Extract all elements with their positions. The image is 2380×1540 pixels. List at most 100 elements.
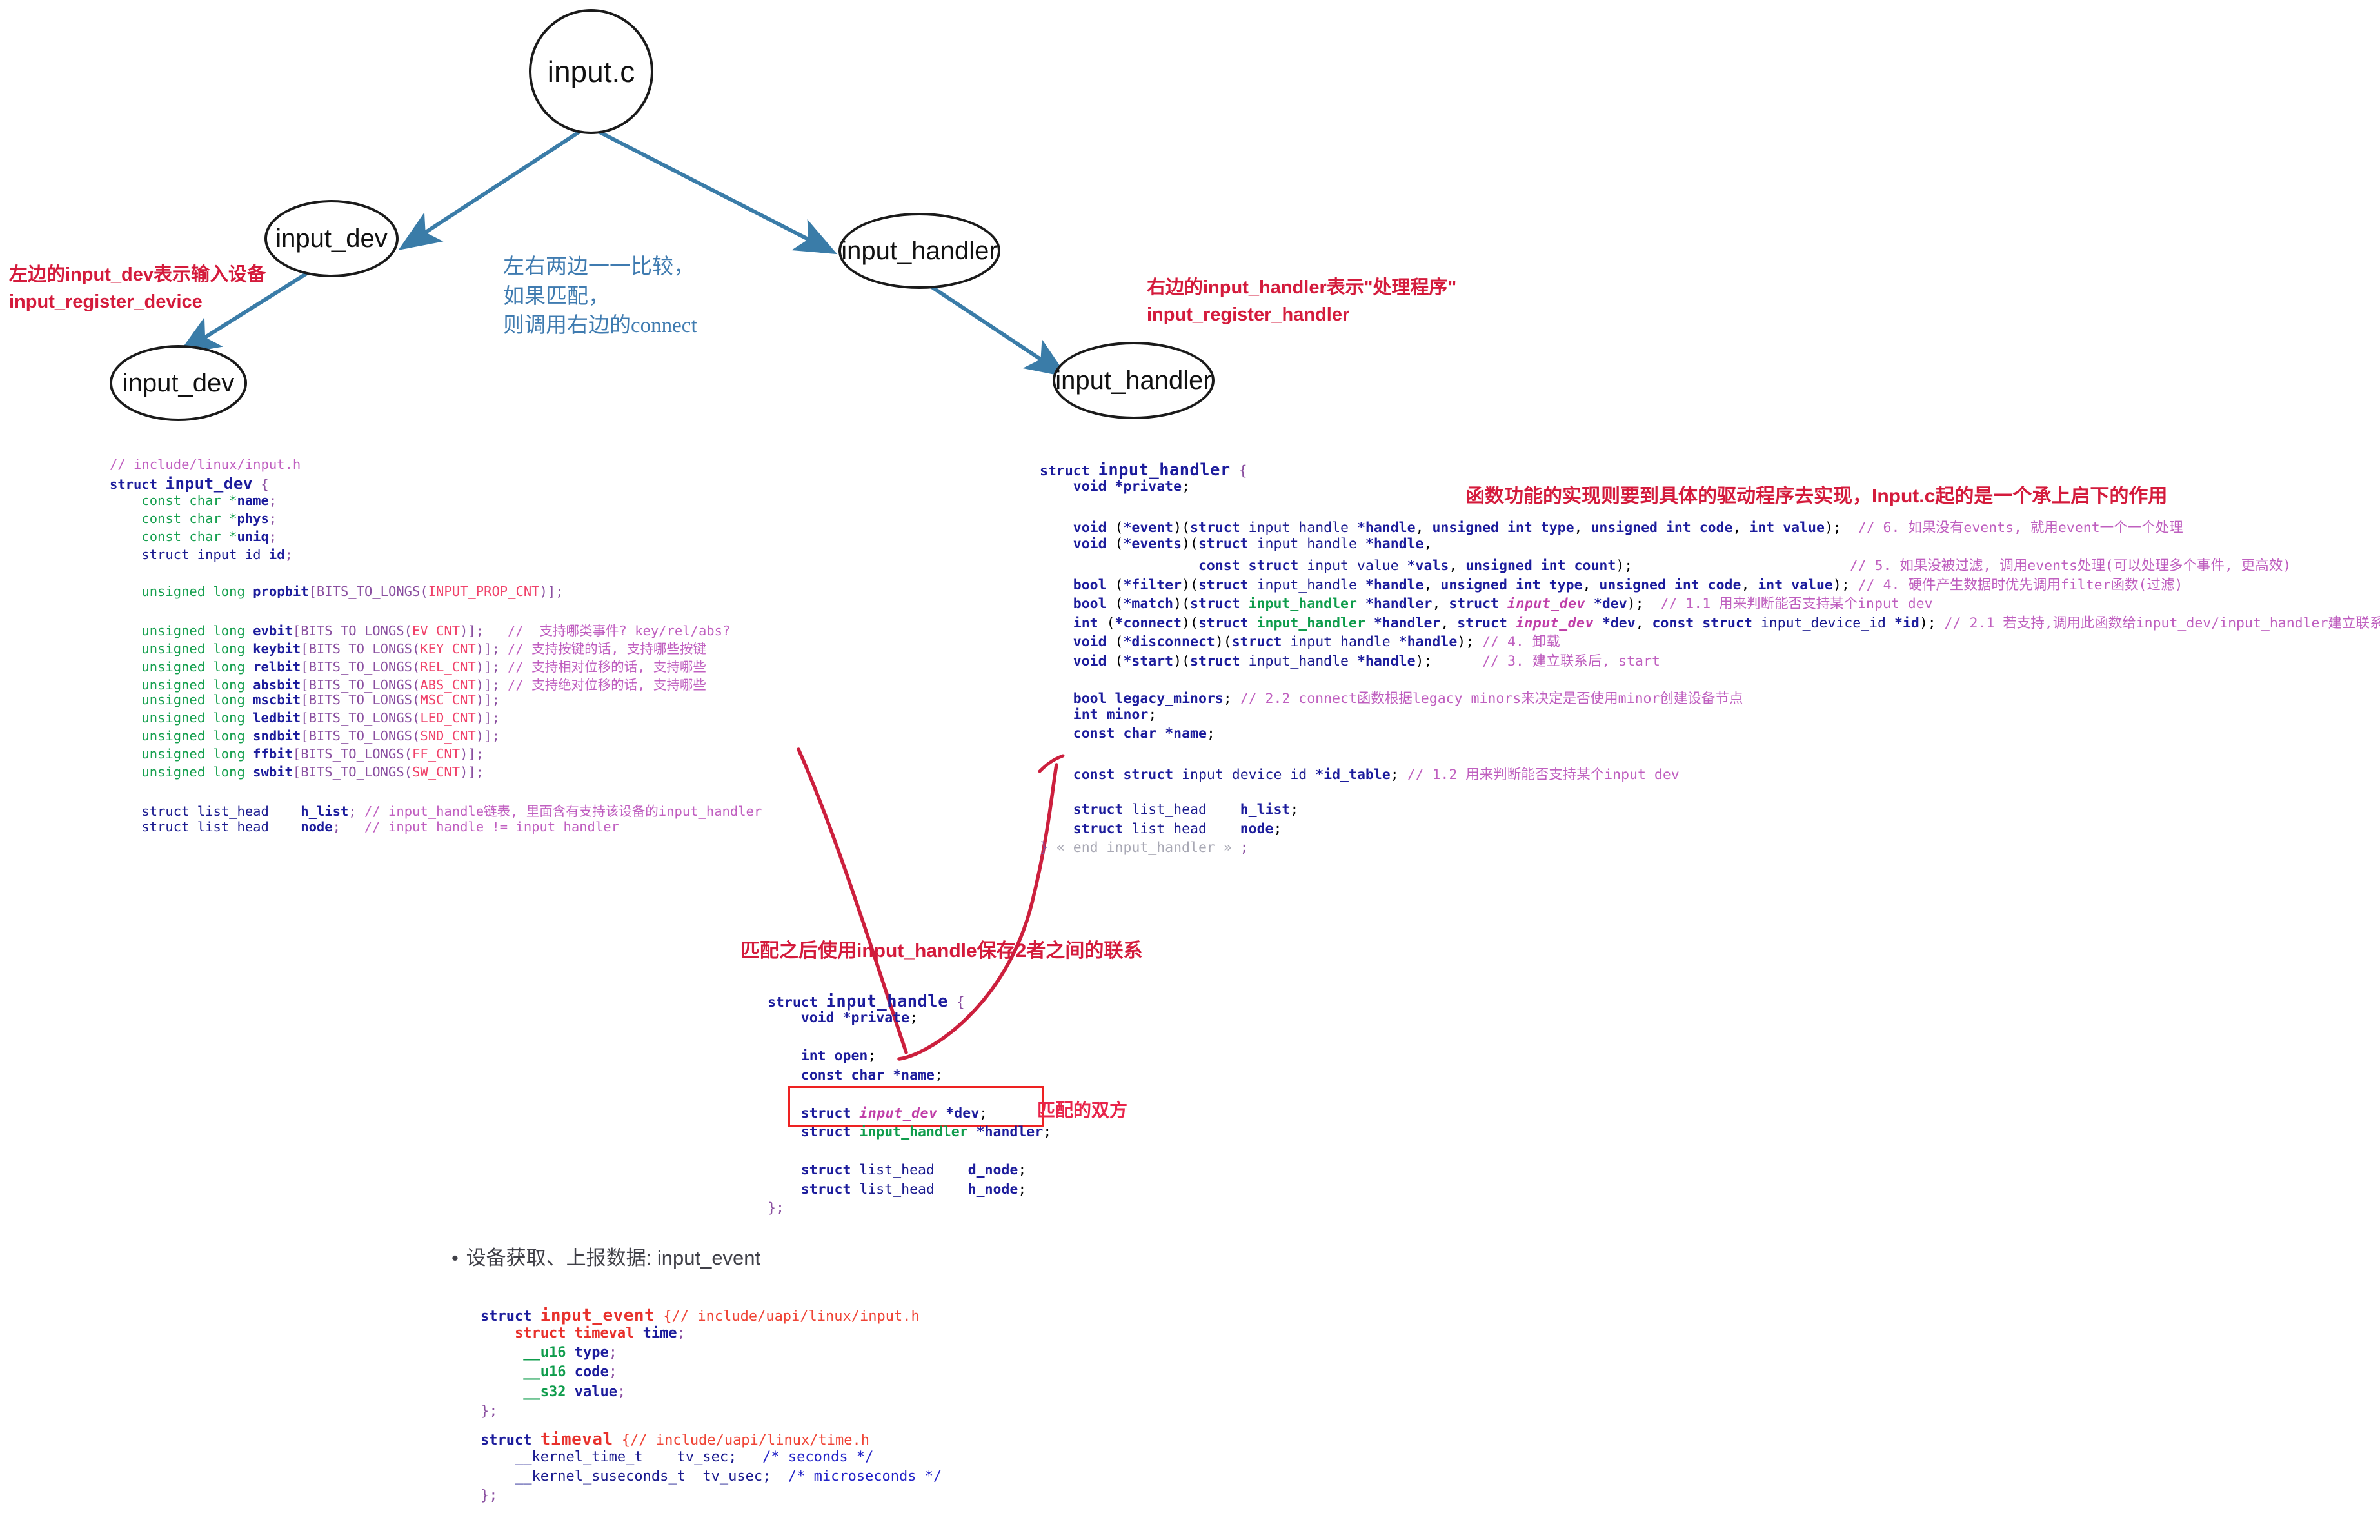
code-field-name: id bbox=[268, 547, 285, 563]
code-brace-close: }; bbox=[481, 1488, 498, 1505]
code-line: int minor; bbox=[1073, 706, 1157, 723]
code-struct-name: input_handler bbox=[1098, 460, 1231, 479]
annotation-pair-red-note: 匹配的双方 bbox=[1037, 1100, 1128, 1120]
code-semicolon: ; bbox=[268, 493, 277, 509]
code-brace-open: { bbox=[621, 1432, 631, 1448]
code-line: bool (*filter)(struct input_handle *hand… bbox=[1073, 577, 2183, 593]
code-field-type: struct list_head bbox=[141, 818, 269, 834]
code-line: const char *name; bbox=[800, 1067, 943, 1083]
code-line: bool legacy_minors; // 2.2 connect函数根据le… bbox=[1073, 691, 1743, 707]
code-keyword-struct: struct bbox=[110, 477, 158, 493]
code-field-type: const char bbox=[141, 511, 221, 527]
code-field-name: tv_usec; bbox=[702, 1468, 771, 1485]
code-field-name: sndbit bbox=[253, 728, 301, 744]
code-brace-open: { bbox=[663, 1308, 672, 1325]
code-field-name: evbit bbox=[253, 622, 293, 638]
code-path-comment: // include/uapi/linux/input.h bbox=[671, 1308, 920, 1325]
code-macro-arg: ABS_CNT bbox=[420, 676, 476, 693]
code-field-type: __kernel_suseconds_t bbox=[514, 1468, 686, 1485]
code-path-comment: // include/uapi/linux/time.h bbox=[630, 1432, 869, 1448]
code-macro-arg: REL_CNT bbox=[420, 658, 476, 675]
code-field-name: name bbox=[237, 493, 269, 509]
annotation-right-red-line2: input_register_handler bbox=[1147, 304, 1350, 326]
code-field-qual: unsigned long bbox=[141, 658, 245, 675]
code-field-star: * bbox=[229, 493, 237, 509]
annotation-right-red-line1: 右边的input_handler表示"处理程序" bbox=[1147, 277, 1457, 298]
code-field-name: ledbit bbox=[253, 710, 301, 726]
code-field-name: mscbit bbox=[253, 692, 301, 708]
code-line: struct list_head d_node; bbox=[800, 1162, 1027, 1179]
code-field-type: struct input_id bbox=[141, 547, 261, 563]
code-field-name: uniq bbox=[237, 529, 269, 545]
code-field-name: absbit bbox=[253, 676, 301, 693]
node-input-c[interactable]: input.c bbox=[529, 9, 653, 134]
code-inline-comment: /* microseconds */ bbox=[788, 1468, 942, 1485]
annotation-left-red-line1: 左边的input_dev表示输入设备 bbox=[9, 264, 266, 285]
code-line: } « end input_handler » ; bbox=[1040, 840, 1249, 856]
code-field-name: keybit bbox=[253, 640, 301, 656]
code-struct-name: timeval bbox=[540, 1430, 613, 1449]
code-inline-comment: /* seconds */ bbox=[762, 1449, 874, 1466]
code-line: struct list_head h_node; bbox=[800, 1181, 1027, 1198]
code-field-qual: unsigned long bbox=[141, 710, 245, 726]
annotation-middle-red-note: 匹配之后使用input_handle保存2者之间的联系 bbox=[740, 940, 1143, 962]
node-input-handler-bottom[interactable]: input_handler bbox=[1053, 342, 1215, 419]
code-line: int (*connect)(struct input_handler *han… bbox=[1073, 615, 2380, 631]
code-line: const struct input_value *vals, unsigned… bbox=[1198, 558, 2292, 575]
annotation-left-red: 左边的input_dev表示输入设备 input_register_device bbox=[9, 261, 266, 315]
code-macro-arg: SW_CNT bbox=[412, 764, 461, 780]
annotation-right-red: 右边的input_handler表示"处理程序" input_register_… bbox=[1147, 274, 1456, 328]
code-line: void (*disconnect)(struct input_handle *… bbox=[1073, 634, 1560, 651]
annotation-center-blue-line3: 则调用右边的connect bbox=[503, 314, 697, 338]
node-label: input_dev bbox=[275, 224, 388, 253]
annotation-top-red-note: 函数功能的实现则要到具体的驱动程序去实现，Input.c起的是一个承上启下的作用 bbox=[1465, 486, 2168, 507]
code-field-type: __kernel_time_t bbox=[514, 1449, 643, 1466]
code-struct-name: input_event bbox=[540, 1306, 655, 1325]
code-keyword-struct: struct bbox=[1040, 463, 1090, 479]
code-semicolon: ; bbox=[608, 1345, 617, 1361]
annotation-left-red-line2: input_register_device bbox=[9, 291, 203, 313]
annotation-center-blue-line1: 左右两边一一比较， bbox=[503, 255, 695, 279]
code-block-input-handler: struct input_handler { void *private; vo… bbox=[1040, 444, 2380, 891]
code-macro-arg: INPUT_PROP_CNT bbox=[428, 583, 540, 599]
node-input-dev-top[interactable]: input_dev bbox=[264, 200, 399, 277]
code-field-star: * bbox=[229, 529, 237, 545]
bullet-dot-icon: • bbox=[451, 1247, 459, 1269]
code-field-name: swbit bbox=[253, 764, 293, 780]
code-brace-open: { bbox=[1238, 463, 1247, 479]
code-macro-arg: MSC_CNT bbox=[420, 692, 476, 708]
arrow-inputc-to-inputdev bbox=[398, 127, 585, 250]
code-field-name: code bbox=[574, 1364, 609, 1381]
code-line: int open; bbox=[800, 1048, 877, 1065]
code-line: bool (*match)(struct input_handler *hand… bbox=[1073, 596, 1933, 613]
code-macro-arg: FF_CNT bbox=[412, 746, 461, 762]
code-keyword-struct: struct bbox=[768, 994, 818, 1011]
arrow-inputc-to-inputhandler bbox=[592, 127, 838, 255]
code-field-star: * bbox=[229, 511, 237, 527]
code-inline-comment: // input_handle != input_handler bbox=[364, 818, 619, 834]
code-macro-arg: KEY_CNT bbox=[420, 640, 476, 656]
node-input-dev-bottom[interactable]: input_dev bbox=[110, 345, 247, 421]
code-semicolon: ; bbox=[284, 547, 293, 563]
code-macro-arg: SND_CNT bbox=[420, 728, 476, 744]
code-block-input-handle: struct input_handle { void *private; int… bbox=[768, 975, 1051, 1251]
code-field-name: relbit bbox=[253, 658, 301, 675]
code-inline-comment: // input_handle链表, 里面含有支持该设备的input_handl… bbox=[364, 804, 762, 820]
code-macro-open: [BITS_TO_LONGS( bbox=[308, 583, 428, 599]
code-field-name: propbit bbox=[253, 583, 309, 599]
code-semicolon: ; bbox=[268, 511, 277, 527]
node-input-handler-top[interactable]: input_handler bbox=[838, 213, 1000, 289]
code-field-qual: unsigned long bbox=[141, 676, 245, 693]
code-field-qual: unsigned long bbox=[141, 764, 245, 780]
code-field-qual: unsigned long bbox=[141, 640, 245, 656]
code-line: void (*start)(struct input_handle *handl… bbox=[1073, 653, 1660, 669]
annotation-center-blue-line2: 如果匹配， bbox=[503, 284, 610, 308]
code-line: const struct input_device_id *id_table; … bbox=[1073, 767, 1680, 784]
code-line: }; bbox=[768, 1199, 784, 1216]
code-field-name: node bbox=[301, 818, 333, 834]
code-comment-header: // include/linux/input.h bbox=[110, 457, 301, 472]
code-semicolon: ; bbox=[608, 1364, 617, 1381]
